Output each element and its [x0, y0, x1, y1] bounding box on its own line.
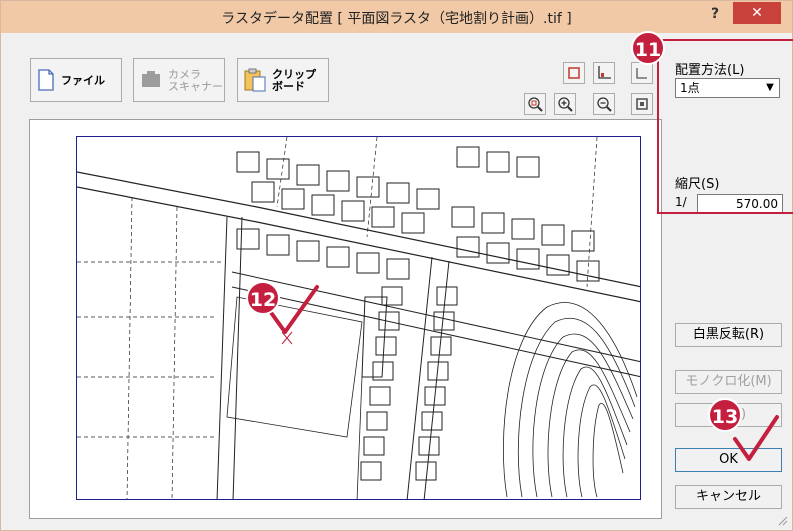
clipboard-button[interactable]: クリップ ボード	[237, 58, 329, 102]
clipboard-icon	[244, 68, 266, 92]
axis-button[interactable]	[593, 62, 615, 84]
zoom-out-icon	[597, 97, 612, 112]
window-title: ラスタデータ配置 [ 平面図ラスタ（宅地割り計画）.tif ]	[221, 11, 572, 27]
help-button[interactable]: ?	[703, 4, 727, 26]
zoom-all-button[interactable]	[631, 93, 653, 115]
callout-12-badge: 12	[246, 281, 280, 315]
zoom-in-icon	[558, 97, 573, 112]
site-plan-drawing	[77, 137, 640, 499]
zoom-all-icon	[636, 98, 648, 110]
invert-bw-button[interactable]: 白黒反転(R)	[675, 323, 782, 347]
callout-11-bracket	[657, 39, 793, 214]
raster-placement-dialog: ラスタデータ配置 [ 平面図ラスタ（宅地割り計画）.tif ] ? ✕ ファイル…	[0, 0, 793, 531]
camera-label-line2: スキャナー	[168, 79, 223, 93]
monochrome-button[interactable]: モノクロ化(M)	[675, 370, 782, 394]
zoom-out-button[interactable]	[593, 93, 615, 115]
close-button[interactable]: ✕	[733, 2, 781, 24]
ok-checkmark-icon	[733, 415, 779, 461]
resize-grip-icon[interactable]	[776, 514, 788, 526]
clipboard-label-line1: クリップ	[272, 67, 316, 81]
camera-label-line1: カメラ	[168, 67, 201, 81]
zoom-fit-button[interactable]	[524, 93, 546, 115]
select-rect-button[interactable]	[563, 62, 585, 84]
camera-scanner-button[interactable]: カメラ スキャナー	[133, 58, 225, 102]
select-rect-icon	[568, 67, 580, 79]
callout-11-badge: 11	[631, 31, 665, 65]
camera-icon	[142, 71, 160, 87]
cancel-button[interactable]: キャンセル	[675, 485, 782, 509]
file-button[interactable]: ファイル	[30, 58, 122, 102]
clipboard-label-line2: ボード	[272, 79, 305, 93]
file-button-label: ファイル	[61, 73, 105, 87]
raster-preview[interactable]	[76, 136, 641, 500]
file-icon	[38, 69, 54, 91]
zoom-in-button[interactable]	[554, 93, 576, 115]
axis-icon	[598, 66, 611, 79]
title-bar[interactable]: ラスタデータ配置 [ 平面図ラスタ（宅地割り計画）.tif ] ? ✕	[1, 1, 792, 33]
zoom-fit-icon	[528, 97, 543, 112]
extra-icon	[636, 68, 647, 79]
